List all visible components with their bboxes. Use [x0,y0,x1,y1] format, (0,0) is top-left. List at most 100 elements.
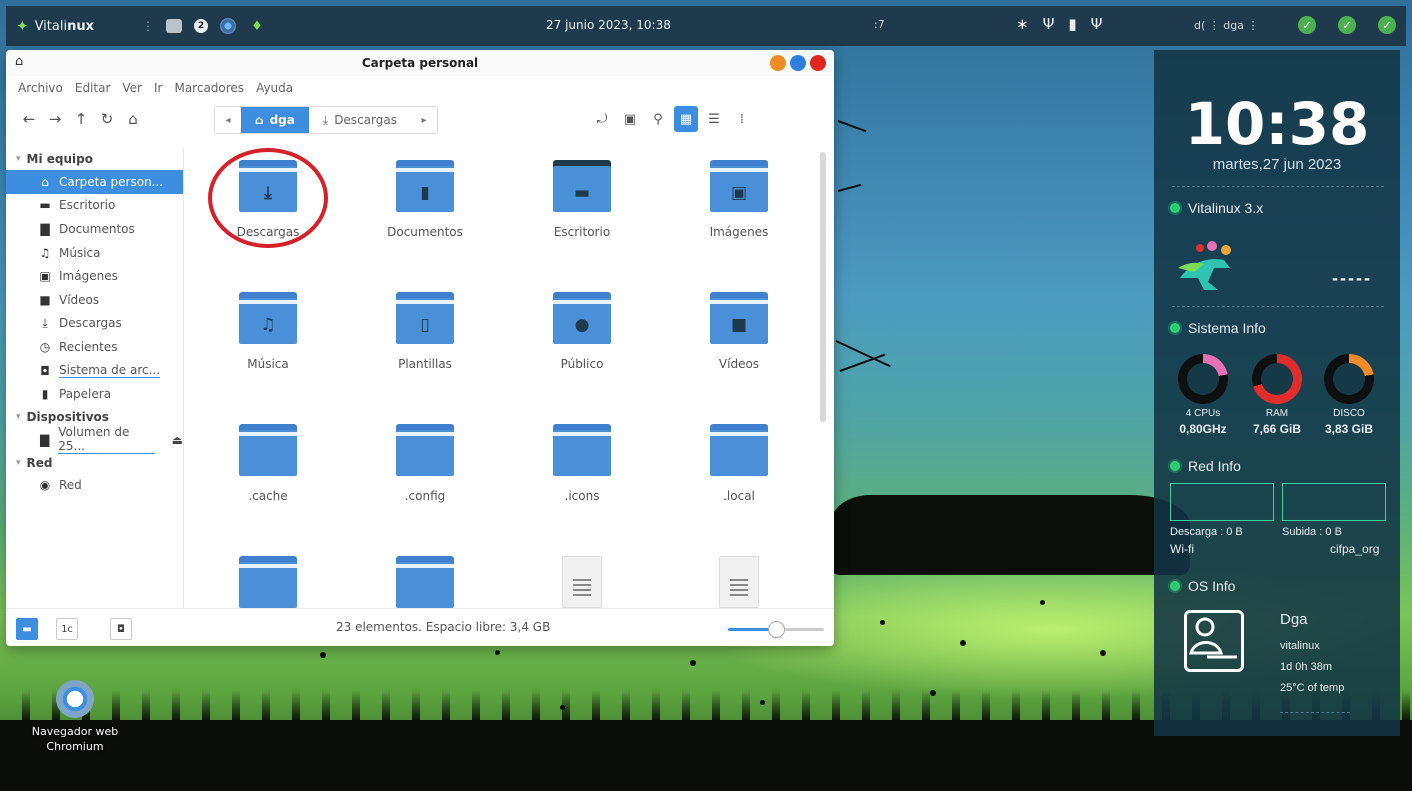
file-name: .icons [564,489,600,503]
usb-icon[interactable]: Ψ [1043,15,1055,33]
file-item[interactable]: ■ Vídeos [669,292,809,371]
places-toggle-button[interactable]: ▬ [16,618,38,640]
maximize-button[interactable] [790,55,806,71]
breadcrumb-left-icon[interactable]: ◂ [215,107,241,133]
new-folder-icon[interactable]: ▣ [618,106,642,132]
folder-icon [396,424,454,476]
sidebar-item[interactable]: ♫ Música [6,241,183,265]
check-icon[interactable]: ✓ [1298,16,1316,34]
start-menu-button[interactable]: ✦ Vitalinux [6,17,136,35]
desktop-icon-chromium[interactable]: Navegador web Chromium [20,680,130,754]
file-item[interactable]: .local [669,424,809,503]
check-icon[interactable]: ✓ [1378,16,1396,34]
silhouette-speck [495,650,500,655]
sidebar-section-header[interactable]: ▾ Red [6,452,183,474]
file-item[interactable] [669,556,809,608]
collapse-caret-icon[interactable]: ▾ [16,154,21,164]
home-icon: ⌂ [15,54,24,69]
place-icon: ■ [39,292,51,307]
menu-item[interactable]: Ver [122,81,142,95]
file-item[interactable]: ▯ Plantillas [355,292,495,371]
status-dot-icon [1170,203,1180,213]
sidebar-item[interactable]: ◉ Red [6,474,183,498]
folder-icon [553,424,611,476]
eject-icon[interactable]: ⏏ [172,433,183,447]
search-icon[interactable]: ⚲ [646,106,670,132]
sidebar-item[interactable]: ◷ Recientes [6,335,183,359]
menu-item[interactable]: Marcadores [174,81,244,95]
file-item[interactable] [355,556,495,608]
sidebar-toggle-button[interactable]: ◘ [110,618,132,640]
usb-icon[interactable]: Ψ [1091,15,1103,33]
menu-item[interactable]: Ayuda [256,81,293,95]
home-icon[interactable]: ⌂ [120,106,146,132]
window-list-icon[interactable] [166,19,182,33]
folder-icon: ♫ [239,292,297,344]
file-item[interactable]: ♫ Música [198,292,338,371]
menu-item[interactable]: Archivo [18,81,63,95]
forward-icon[interactable]: → [42,106,68,132]
zoom-slider-handle[interactable] [768,621,785,638]
file-name: Plantillas [398,357,452,371]
plugin-icon[interactable]: ♦ [248,17,266,35]
breadcrumb-item-descargas[interactable]: ⤓ Descargas [309,107,411,133]
file-item[interactable]: .config [355,424,495,503]
status-dot-icon [1170,323,1180,333]
view-tools: ⤾ ▣ ⚲ ▦ ☰ ⁞ [590,106,754,132]
tree-toggle-button[interactable]: 1c [56,618,78,640]
os-uptime: 1d 0h 38m [1280,661,1332,673]
breadcrumb-item-dga[interactable]: ⌂ dga [241,107,309,133]
window-controls [770,55,826,71]
back-icon[interactable]: ← [16,106,42,132]
chromium-taskbar-icon[interactable] [220,18,236,34]
sidebar-item[interactable]: ◘ Sistema de arc... [6,359,183,383]
collapse-caret-icon[interactable]: ▾ [16,412,21,422]
file-item[interactable]: ● Público [512,292,652,371]
reload-icon[interactable]: ↻ [94,106,120,132]
panel-datetime[interactable]: 27 junio 2023, 10:38 [546,18,671,32]
icon-view-icon[interactable]: ▦ [674,106,698,132]
compact-view-icon[interactable]: ⁞ [730,106,754,132]
file-item[interactable]: ▮ Documentos [355,160,495,239]
zoom-slider[interactable] [728,621,824,638]
close-button[interactable] [810,55,826,71]
tree-branch [837,120,867,133]
sidebar-item[interactable]: ■ Vídeos [6,288,183,312]
folder-icon [710,424,768,476]
sidebar-item[interactable]: ▇ Volumen de 25... ⏏ [6,425,183,455]
sidebar-item[interactable]: ⤓ Descargas [6,312,183,336]
menu-item[interactable]: Editar [75,81,111,95]
sidebar-section-header[interactable]: ▾ Mi equipo [6,148,183,170]
file-item[interactable] [198,556,338,608]
breadcrumb-right-icon[interactable]: ▸ [411,107,437,133]
file-item[interactable]: .icons [512,424,652,503]
content-scrollbar[interactable] [820,152,826,422]
menu-item[interactable]: Ir [154,81,162,95]
file-item[interactable]: .cache [198,424,338,503]
workspace-badge[interactable]: 2 [194,19,208,33]
system-heading: Sistema Info [1170,320,1266,336]
sidebar-item[interactable]: ▮ Papelera [6,382,183,406]
ring-label: DISCO [1333,408,1365,419]
check-icon[interactable]: ✓ [1338,16,1356,34]
bluetooth-icon[interactable]: ∗ [1016,15,1029,33]
toggle-location-icon[interactable]: ⤾ [590,106,614,132]
sidebar-item[interactable]: ⌂ Carpeta person... [6,170,183,194]
sidebar-item-label: Escritorio [59,198,116,213]
collapse-caret-icon[interactable]: ▾ [16,458,21,468]
sidebar-item[interactable]: ▇ Documentos [6,217,183,241]
file-item[interactable] [512,556,652,608]
window-titlebar[interactable]: ⌂ Carpeta personal [6,50,834,76]
list-view-icon[interactable]: ☰ [702,106,726,132]
battery-icon[interactable]: ▮ [1068,15,1076,33]
sidebar-item[interactable]: ▬ Escritorio [6,194,183,218]
breadcrumb: ◂ ⌂ dga ⤓ Descargas ▸ [214,106,438,134]
vitalinux-logo-icon: ✦ [16,17,29,35]
up-icon[interactable]: ↑ [68,106,94,132]
minimize-button[interactable] [770,55,786,71]
sidebar-item[interactable]: ▣ Imágenes [6,264,183,288]
file-item[interactable]: ▣ Imágenes [669,160,809,239]
panel-user-text[interactable]: d( ⋮ dga ⋮ [1194,19,1258,32]
place-icon: ▇ [40,221,50,236]
file-item[interactable]: ▬ Escritorio [512,160,652,239]
